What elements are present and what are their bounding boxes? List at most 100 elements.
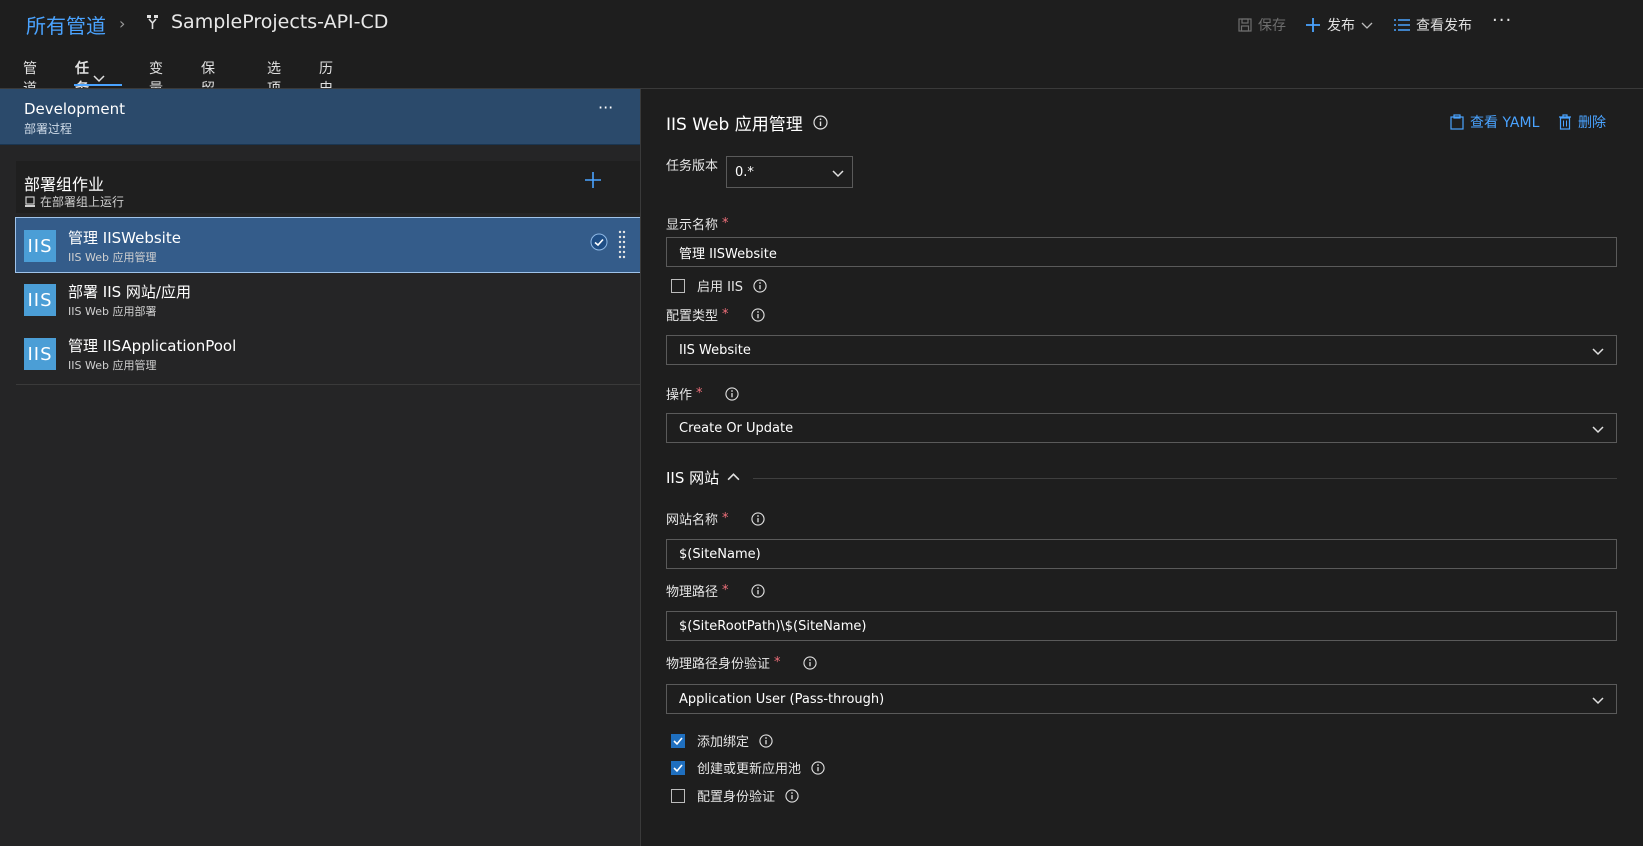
info-icon[interactable] — [802, 655, 817, 670]
chevron-down-icon — [1592, 423, 1604, 435]
trash-icon — [1558, 114, 1572, 130]
display-name-input[interactable]: 管理 IISWebsite — [666, 237, 1617, 267]
site-name-value: $(SiteName) — [679, 546, 761, 562]
save-button[interactable]: 保存 — [1238, 15, 1286, 35]
create-pool-row: 创建或更新应用池 — [671, 758, 825, 777]
drag-handle-icon[interactable] — [618, 230, 626, 260]
physical-path-label-text: 物理路径 — [666, 585, 719, 600]
physical-path-input[interactable]: $(SiteRootPath)\$(SiteName) — [666, 611, 1617, 641]
display-name-value: 管理 IISWebsite — [679, 246, 777, 262]
info-icon[interactable] — [750, 307, 765, 322]
enable-iis-row: 启用 IIS — [671, 276, 767, 295]
stage-header[interactable]: Development 部署过程 ··· — [0, 89, 640, 145]
iis-website-section-toggle[interactable]: IIS 网站 — [666, 467, 740, 488]
section-title: IIS 网站 — [666, 469, 720, 487]
action-dropdown[interactable]: Create Or Update — [666, 413, 1617, 443]
panel-title-row: IIS Web 应用管理 — [666, 110, 828, 135]
section-divider — [753, 478, 1617, 479]
chevron-down-icon — [93, 72, 105, 84]
plus-icon — [1305, 17, 1321, 33]
physical-path-label: 物理路径 * — [666, 581, 765, 600]
chevron-down-icon — [1592, 694, 1604, 706]
physical-path-value: $(SiteRootPath)\$(SiteName) — [679, 618, 867, 634]
view-releases-label: 查看发布 — [1416, 18, 1472, 34]
display-name-label-text: 显示名称 — [666, 218, 719, 233]
required-marker: * — [722, 511, 729, 526]
display-name-label: 显示名称 * — [666, 214, 729, 233]
task-item-deploy-iis-site[interactable]: IIS 部署 IIS 网站/应用 IIS Web 应用部署 — [16, 272, 640, 326]
check-circle-icon — [590, 233, 608, 251]
create-pool-checkbox[interactable] — [671, 760, 685, 775]
site-name-label: 网站名称 * — [666, 509, 765, 528]
info-icon[interactable] — [785, 788, 799, 803]
info-icon[interactable] — [750, 583, 765, 598]
agent-icon — [24, 195, 36, 208]
task-list-pane: Development 部署过程 ··· 部署组作业 在部署组上运行 IIS 管… — [0, 89, 641, 846]
chevron-up-icon — [727, 471, 740, 484]
add-binding-checkbox[interactable] — [671, 733, 685, 748]
job-name: 部署组作业 — [24, 175, 105, 194]
task-item-manage-iisapppool[interactable]: IIS 管理 IISApplicationPool IIS Web 应用管理 — [16, 326, 640, 380]
clipboard-icon — [1450, 114, 1464, 130]
task-version-value: 0.* — [735, 164, 754, 180]
view-yaml-label: 查看 YAML — [1470, 115, 1540, 131]
list-icon — [1394, 18, 1410, 32]
add-binding-row: 添加绑定 — [671, 731, 773, 750]
site-name-input[interactable]: $(SiteName) — [666, 539, 1617, 569]
task-list-divider — [16, 384, 640, 385]
task-details-pane: IIS Web 应用管理 查看 YAML 删除 任务版本 0.* 显示名称 * 管… — [641, 89, 1643, 846]
config-type-label-text: 配置类型 — [666, 309, 719, 324]
iis-task-icon: IIS — [24, 230, 56, 262]
create-pool-label: 创建或更新应用池 — [697, 762, 802, 777]
task-version-dropdown[interactable]: 0.* — [726, 156, 853, 188]
stage-subtitle: 部署过程 — [24, 122, 73, 136]
task-title: 管理 IISApplicationPool — [68, 337, 237, 355]
stage-more-button[interactable]: ··· — [598, 98, 613, 117]
configure-auth-checkbox[interactable] — [671, 788, 685, 803]
auth-dropdown[interactable]: Application User (Pass-through) — [666, 684, 1617, 714]
delete-label: 删除 — [1578, 115, 1606, 131]
required-marker: * — [696, 386, 703, 401]
info-icon[interactable] — [759, 733, 773, 748]
release-label: 发布 — [1327, 18, 1355, 34]
info-icon[interactable] — [753, 278, 767, 293]
action-label-text: 操作 — [666, 388, 693, 403]
required-marker: * — [722, 583, 729, 598]
job-subtitle: 在部署组上运行 — [40, 195, 125, 209]
task-item-manage-iiswebsite[interactable]: IIS 管理 IISWebsite IIS Web 应用管理 — [15, 217, 641, 273]
info-icon[interactable] — [813, 115, 828, 130]
pipeline-title: SampleProjects-API-CD — [171, 11, 389, 33]
add-binding-label: 添加绑定 — [697, 735, 750, 750]
required-marker: * — [722, 216, 729, 231]
chevron-down-icon — [1592, 345, 1604, 357]
view-yaml-button[interactable]: 查看 YAML — [1450, 112, 1539, 132]
release-button[interactable]: 发布 — [1305, 15, 1373, 35]
enable-iis-checkbox[interactable] — [671, 278, 685, 293]
active-tab-indicator — [74, 84, 122, 86]
task-version-label: 任务版本 — [666, 159, 719, 174]
chevron-down-icon — [832, 167, 844, 179]
info-icon[interactable] — [724, 386, 739, 401]
more-actions-button[interactable]: ··· — [1492, 10, 1512, 31]
breadcrumb-all-pipelines[interactable]: 所有管道 — [26, 10, 106, 39]
info-icon[interactable] — [750, 511, 765, 526]
delete-button[interactable]: 删除 — [1558, 112, 1606, 132]
view-releases-button[interactable]: 查看发布 — [1394, 15, 1472, 35]
required-marker: * — [722, 307, 729, 322]
deployment-group-job[interactable]: 部署组作业 在部署组上运行 — [16, 161, 640, 213]
add-task-icon[interactable] — [584, 171, 602, 189]
auth-value: Application User (Pass-through) — [679, 691, 885, 707]
task-subtitle: IIS Web 应用管理 — [68, 359, 157, 372]
config-type-dropdown[interactable]: IIS Website — [666, 335, 1617, 365]
action-label: 操作 * — [666, 384, 739, 403]
site-name-label-text: 网站名称 — [666, 513, 719, 528]
iis-task-icon: IIS — [24, 284, 56, 316]
task-subtitle: IIS Web 应用管理 — [68, 251, 157, 264]
config-type-label: 配置类型 * — [666, 305, 765, 324]
info-icon[interactable] — [811, 760, 825, 775]
configure-auth-row: 配置身份验证 — [671, 786, 799, 805]
save-icon — [1238, 18, 1252, 32]
required-marker: * — [774, 655, 781, 670]
chevron-down-icon — [1361, 19, 1373, 31]
config-type-value: IIS Website — [679, 342, 751, 358]
